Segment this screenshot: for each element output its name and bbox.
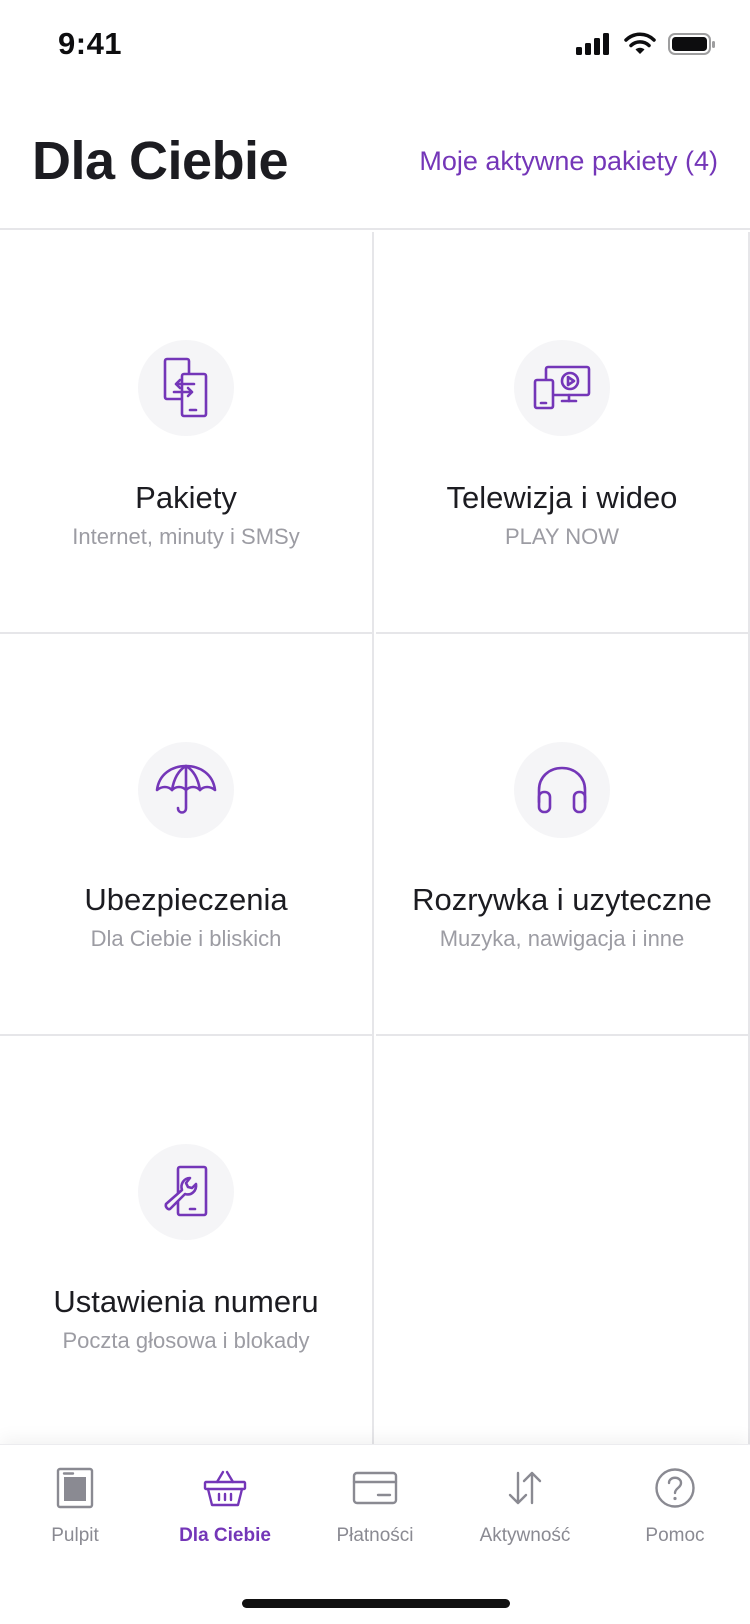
dashboard-icon (56, 1467, 94, 1509)
tile-subtitle: Poczta głosowa i blokady (62, 1328, 310, 1353)
active-packs-link[interactable]: Moje aktywne pakiety (4) (419, 146, 718, 177)
tile-title: Telewizja i wideo (446, 480, 678, 515)
tab-dla-ciebie[interactable]: Dla Ciebie (150, 1463, 300, 1563)
tile-ustawienia[interactable]: Ustawienia numeru Poczta głosowa i bloka… (0, 1036, 374, 1444)
tile-icon-circle (514, 340, 610, 436)
tile-subtitle: Muzyka, nawigacja i inne (439, 926, 685, 951)
tab-pomoc[interactable]: Pomoc (600, 1463, 750, 1563)
tile-title: Pakiety (135, 480, 237, 515)
tab-pulpit[interactable]: Pulpit (0, 1463, 150, 1563)
arrows-icon (508, 1471, 542, 1505)
tab-aktywnosc[interactable]: Aktywność (450, 1463, 600, 1563)
phone-transfer-icon (163, 357, 208, 418)
tab-label: Dla Ciebie (179, 1525, 271, 1546)
tab-label: Pomoc (645, 1525, 705, 1546)
tile-title: Ustawienia numeru (53, 1284, 319, 1319)
tile-icon-circle (514, 742, 610, 838)
tv-devices-icon (533, 365, 591, 410)
tile-title: Ubezpieczenia (84, 882, 288, 917)
header: Dla Ciebie Moje aktywne pakiety (4) (0, 90, 750, 230)
tile-icon-circle (138, 340, 234, 436)
umbrella-icon (155, 764, 217, 814)
tile-subtitle: Internet, minuty i SMSy (72, 524, 300, 549)
tile-title: Rozrywka i uzyteczne (412, 882, 712, 917)
battery-icon (668, 33, 715, 55)
page-title: Dla Ciebie (32, 131, 289, 191)
card-icon (352, 1471, 398, 1505)
home-indicator[interactable] (242, 1599, 510, 1608)
tab-label: Aktywność (479, 1525, 571, 1546)
tab-label: Pulpit (51, 1525, 99, 1546)
tile-pakiety[interactable]: Pakiety Internet, minuty i SMSy (0, 232, 374, 634)
status-bar: 9:41 (0, 0, 750, 90)
help-icon (655, 1468, 695, 1508)
tile-rozrywka[interactable]: Rozrywka i uzyteczne Muzyka, nawigacja i… (376, 634, 750, 1036)
tab-platnosci[interactable]: Płatności (300, 1463, 450, 1563)
tile-subtitle: Dla Ciebie i bliskich (90, 926, 282, 951)
headphones-icon (537, 766, 587, 814)
phone-wrench-icon (164, 1165, 208, 1217)
tab-label: Płatności (336, 1525, 414, 1546)
status-icons (576, 32, 716, 56)
tile-telewizja[interactable]: Telewizja i wideo PLAY NOW (376, 232, 750, 634)
tile-icon-circle (138, 742, 234, 838)
tile-empty (376, 1036, 750, 1444)
category-grid: Pakiety Internet, minuty i SMSy Telewizj… (0, 232, 750, 1444)
tile-ubezpieczenia[interactable]: Ubezpieczenia Dla Ciebie i bliskich (0, 634, 374, 1036)
tile-subtitle: PLAY NOW (504, 524, 620, 549)
wifi-icon (624, 32, 656, 54)
cellular-signal-icon (576, 33, 609, 55)
tab-bar: Pulpit Dla Ciebie Płatności Aktywność Po… (0, 1444, 750, 1624)
basket-icon (203, 1470, 247, 1507)
tile-icon-circle (138, 1144, 234, 1240)
status-time: 9:41 (58, 26, 123, 61)
